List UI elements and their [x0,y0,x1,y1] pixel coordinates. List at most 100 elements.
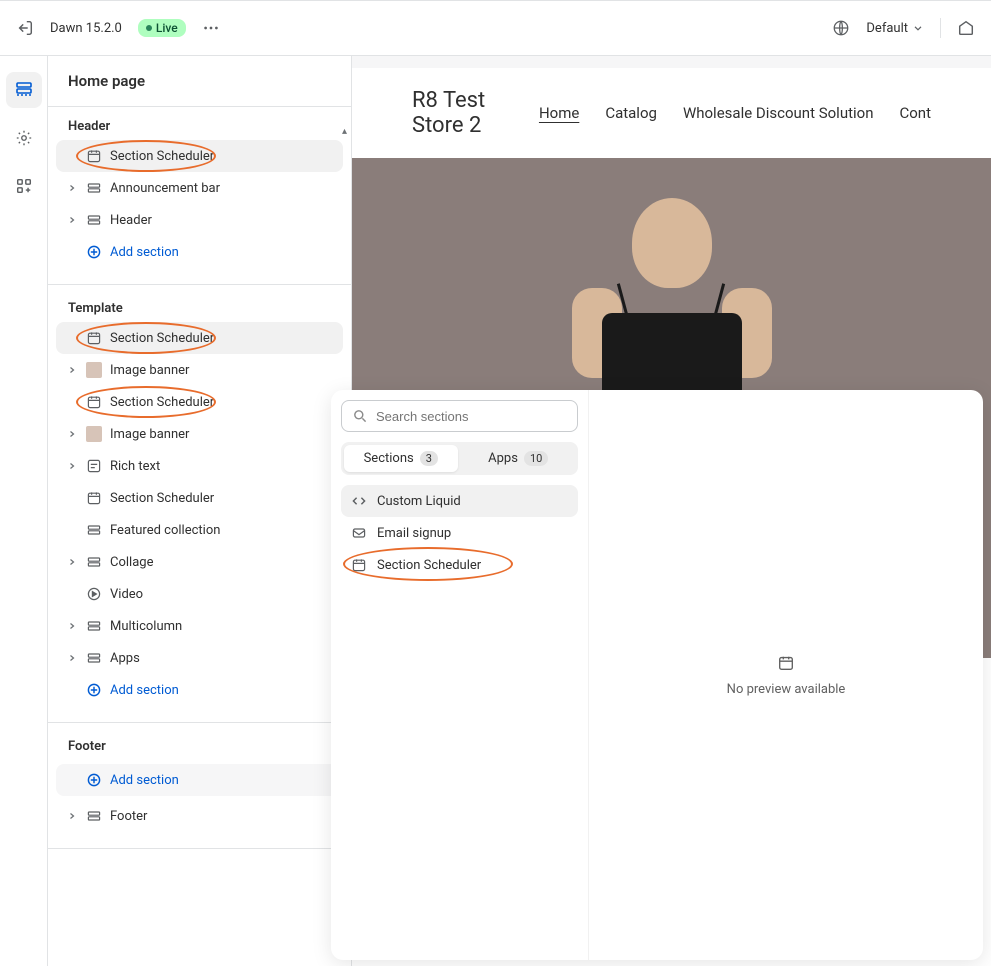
theme-name: Dawn 15.2.0 [50,21,122,36]
nav-link[interactable]: Wholesale Discount Solution [683,104,874,122]
section-item[interactable]: Section Scheduler [56,322,343,354]
section-icon [86,650,102,666]
section-icon [86,522,102,538]
section-item[interactable]: Image banner [56,354,343,386]
chevron-right-icon[interactable] [66,621,78,631]
chevron-right-icon[interactable] [66,557,78,567]
picker-item[interactable]: Custom Liquid [341,485,578,517]
section-label: Collage [110,555,333,570]
section-item[interactable]: Apps [56,642,343,674]
default-selector[interactable]: Default [866,21,924,36]
section-item[interactable]: Section Scheduler [56,140,343,172]
add-section-button[interactable]: Add section [56,764,343,796]
chevron-right-icon[interactable] [66,653,78,663]
section-label: Rich text [110,459,333,474]
nav-link[interactable]: Home [539,104,579,122]
section-label: Featured collection [110,523,333,538]
chevron-right-icon[interactable] [66,461,78,471]
section-item[interactable]: Rich text [56,450,343,482]
code-icon [351,493,367,509]
live-dot-icon [146,25,152,31]
group-label: Template [48,289,351,322]
section-label: Section Scheduler [110,331,333,346]
collapse-icon[interactable]: ▴ [342,126,347,137]
tab-apps[interactable]: Apps10 [462,445,576,472]
chevron-right-icon[interactable] [66,365,78,375]
divider [940,18,941,38]
search-input[interactable] [376,409,567,424]
section-label: Image banner [110,363,333,378]
section-icon [86,618,102,634]
section-item[interactable]: Footer [56,800,343,832]
section-label: Announcement bar [110,181,333,196]
left-rail [0,56,48,966]
section-item[interactable]: Section Scheduler [56,482,343,514]
section-label: Video [110,587,333,602]
richtext-icon [86,458,102,474]
chevron-down-icon [912,22,924,34]
store-name: R8 Test Store 2 [412,88,511,138]
scheduler-icon [777,654,795,672]
scheduler-icon [86,490,102,506]
sidebar: Home page ▴ Header Section Scheduler Annou… [48,56,352,966]
section-icon [86,180,102,196]
search-icon [352,408,368,424]
section-icon [86,554,102,570]
section-label: Section Scheduler [110,149,333,164]
section-item[interactable]: Announcement bar [56,172,343,204]
section-item[interactable]: Collage [56,546,343,578]
section-item[interactable]: Video [56,578,343,610]
count-badge: 10 [524,451,548,466]
rail-settings[interactable] [6,120,42,156]
section-icon [86,808,102,824]
section-item[interactable]: Image banner [56,418,343,450]
add-section-button[interactable]: Add section [56,236,343,268]
count-badge: 3 [420,451,438,466]
picker-label: Section Scheduler [377,558,481,573]
chevron-right-icon[interactable] [66,811,78,821]
section-icon [86,212,102,228]
scheduler-icon [86,148,102,164]
rail-sections[interactable] [6,72,42,108]
picker-label: Custom Liquid [377,494,461,509]
thumb-icon [86,362,102,378]
section-item[interactable]: Featured collection [56,514,343,546]
more-icon[interactable] [202,19,220,37]
scheduler-icon [86,330,102,346]
video-icon [86,586,102,602]
chevron-right-icon[interactable] [66,215,78,225]
globe-icon[interactable] [832,19,850,37]
picker-label: Email signup [377,526,451,541]
live-badge: Live [138,19,186,37]
tab-sections[interactable]: Sections3 [344,445,458,472]
scheduler-icon [351,557,367,573]
home-icon[interactable] [957,19,975,37]
add-section-button[interactable]: Add section [56,674,343,706]
section-label: Section Scheduler [110,395,333,410]
top-bar: Dawn 15.2.0 Live Default [0,0,991,56]
email-icon [351,525,367,541]
chevron-right-icon[interactable] [66,183,78,193]
section-label: Apps [110,651,333,666]
nav-link[interactable]: Cont [899,104,931,122]
scheduler-icon [86,394,102,410]
group-label: Footer [48,727,351,760]
page-title: Home page [48,56,351,107]
section-item[interactable]: Section Scheduler [56,386,343,418]
section-label: Header [110,213,333,228]
section-item[interactable]: Multicolumn [56,610,343,642]
section-label: Section Scheduler [110,491,333,506]
picker-item[interactable]: Email signup [341,517,578,549]
section-item[interactable]: Header [56,204,343,236]
exit-icon[interactable] [16,19,34,37]
section-label: Multicolumn [110,619,333,634]
section-label: Image banner [110,427,333,442]
search-input-wrapper[interactable] [341,400,578,432]
chevron-right-icon[interactable] [66,429,78,439]
picker-item[interactable]: Section Scheduler [341,549,578,581]
popup-tabs: Sections3Apps10 [341,442,578,475]
section-label: Footer [110,809,333,824]
preview-area: No preview available [589,390,983,960]
nav-link[interactable]: Catalog [605,104,657,122]
rail-apps[interactable] [6,168,42,204]
